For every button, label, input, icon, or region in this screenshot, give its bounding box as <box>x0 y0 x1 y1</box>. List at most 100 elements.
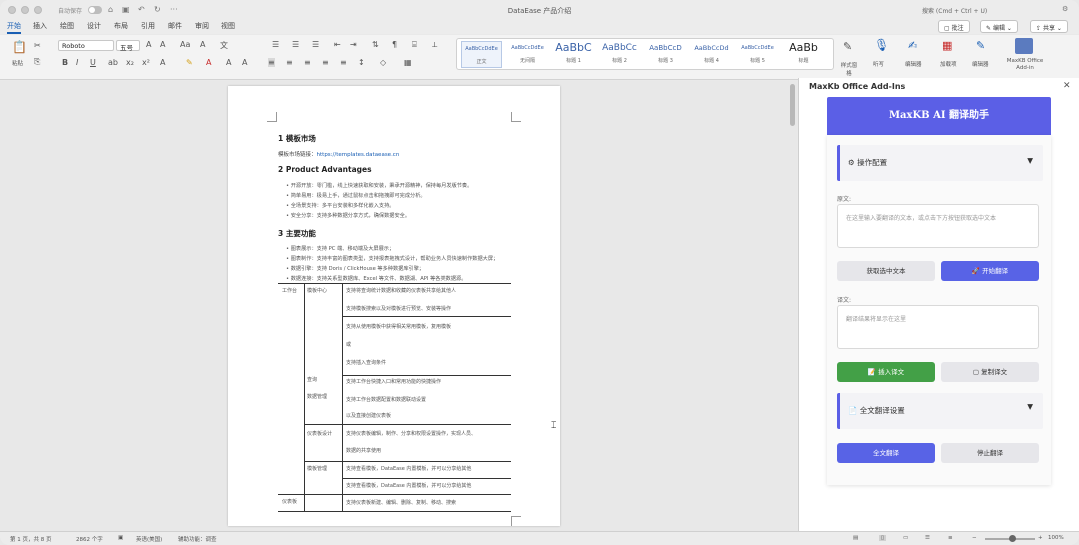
maxkb-icon[interactable] <box>1015 38 1033 54</box>
highlight-icon[interactable]: ✎ <box>186 58 193 67</box>
style-heading-3[interactable]: AaBbCcD 标题 3 <box>645 41 686 68</box>
table-vrule <box>304 283 305 511</box>
tab-layout[interactable]: 布局 <box>114 21 128 31</box>
justify-icon[interactable]: ≡ <box>322 58 329 67</box>
strikethrough-icon[interactable]: ab <box>108 58 118 67</box>
insert-translation-button[interactable]: 📝 插入译文 <box>837 362 935 382</box>
source-textarea[interactable]: 在这里输入要翻译的文本，或点击下方按钮获取选中文本 <box>837 204 1039 248</box>
copy-icon[interactable]: ⎘ <box>34 57 40 67</box>
print-layout-icon[interactable]: ▯ <box>879 535 887 541</box>
paste-icon[interactable]: 📋 <box>12 40 27 54</box>
microphone-icon[interactable]: 🎙 <box>874 38 889 52</box>
italic-icon[interactable]: I <box>76 58 78 67</box>
full-settings-text: 全文翻译设置 <box>859 406 905 415</box>
config-section[interactable]: ⚙ 操作配置 ▼ <box>837 145 1043 181</box>
borders-icon[interactable]: ▦ <box>404 58 412 67</box>
align-center-icon[interactable]: ≡ <box>286 58 293 67</box>
style-title[interactable]: AaBb 标题 <box>783 41 824 68</box>
tab-insert[interactable]: 插入 <box>33 21 47 31</box>
market-link[interactable]: https://templates.dataease.cn <box>317 152 400 158</box>
word-count[interactable]: 2862 个字 <box>76 535 103 543</box>
copy-translation-button[interactable]: ▢ 复制译文 <box>941 362 1039 382</box>
styles-pane-icon[interactable]: ✎ <box>843 40 852 53</box>
settings-icon[interactable]: ⚙ <box>1062 5 1068 13</box>
style-heading-4[interactable]: AaBbCcDd 标题 4 <box>691 41 732 68</box>
editor-icon[interactable]: ✍ <box>908 39 917 52</box>
align-right-icon[interactable]: ≡ <box>304 58 311 67</box>
sort-icon[interactable]: ⇅ <box>372 40 379 49</box>
addins-icon[interactable]: ▦ <box>942 39 952 52</box>
style-no-spacing[interactable]: AaBbCcDdEe 无间隔 <box>507 41 548 68</box>
stop-translate-button[interactable]: 停止翻译 <box>941 443 1039 463</box>
caret-down-icon[interactable]: ▼ <box>1027 402 1033 411</box>
chinese-layout-icon[interactable]: ⌸ <box>412 40 417 50</box>
shading-icon[interactable]: ◇ <box>380 58 386 67</box>
full-translate-button[interactable]: 全文翻译 <box>837 443 935 463</box>
tab-review[interactable]: 审阅 <box>195 21 209 31</box>
draft-icon[interactable]: ≡ <box>948 535 953 541</box>
focus-icon[interactable]: ▤ <box>853 535 858 541</box>
page-count[interactable]: 第 1 页，共 8 页 <box>10 535 52 543</box>
tab-references[interactable]: 引用 <box>141 21 155 31</box>
accessibility-status[interactable]: 辅助功能：调查 <box>178 535 217 543</box>
get-selection-button[interactable]: 获取选中文本 <box>837 261 935 281</box>
bullets-icon[interactable]: ☰ <box>272 40 279 49</box>
document-page[interactable]: 1 模板市场 模板市场链接：https://templates.dataease… <box>228 86 560 526</box>
close-icon[interactable]: ✕ <box>1063 81 1071 91</box>
font-color-icon[interactable]: A <box>206 58 211 67</box>
outline-icon[interactable]: ☰ <box>925 535 930 541</box>
tab-view[interactable]: 视图 <box>221 21 235 31</box>
tab-mailings[interactable]: 邮件 <box>168 21 182 31</box>
document-scrollbar[interactable] <box>790 84 795 126</box>
phonetic-icon[interactable]: 文 <box>220 40 228 51</box>
tab-home[interactable]: 开始 <box>7 21 21 34</box>
superscript-icon[interactable]: x² <box>142 58 150 67</box>
style-heading-1[interactable]: AaBbC 标题 1 <box>553 41 594 68</box>
multilevel-icon[interactable]: ☰ <box>312 40 319 49</box>
target-textarea[interactable]: 翻译结果将显示在这里 <box>837 305 1039 349</box>
tab-design[interactable]: 设计 <box>87 21 101 31</box>
start-translate-button[interactable]: 🚀 开始翻译 <box>941 261 1039 281</box>
distributed-icon[interactable]: ≡ <box>340 58 347 67</box>
clear-format-icon[interactable]: A <box>200 40 205 49</box>
style-heading-5[interactable]: AaBbCcDdEe 标题 5 <box>737 41 778 68</box>
zoom-slider[interactable] <box>985 535 1035 542</box>
text-effects-icon[interactable]: A <box>160 58 165 67</box>
numbering-icon[interactable]: ☰ <box>292 40 299 49</box>
bold-icon[interactable]: B <box>62 58 68 67</box>
edit-button[interactable]: ✎ 编辑 ⌄ <box>980 20 1018 33</box>
asian-layout-icon[interactable]: ⟂ <box>432 40 437 50</box>
zoom-out-icon[interactable]: − <box>972 535 977 541</box>
font-name-select[interactable]: Roboto <box>58 40 114 51</box>
line-spacing-icon[interactable]: ↕ <box>358 58 365 67</box>
grow-font-icon[interactable]: A <box>146 40 151 49</box>
zoom-level[interactable]: 100% <box>1048 535 1064 541</box>
proofing-icon[interactable]: ▣ <box>118 535 123 541</box>
tab-draw[interactable]: 绘图 <box>60 21 74 31</box>
cut-icon[interactable]: ✂ <box>34 41 41 50</box>
underline-icon[interactable]: U <box>90 58 96 67</box>
decrease-indent-icon[interactable]: ⇤ <box>334 40 341 49</box>
shrink-font-icon[interactable]: A <box>160 40 165 49</box>
search-field[interactable]: 搜索 (Cmd + Ctrl + U) <box>922 6 987 15</box>
case-icon[interactable]: Aa <box>180 40 190 49</box>
comment-button[interactable]: ▢ 批注 <box>938 20 970 33</box>
style-normal[interactable]: AaBbCcDdEe 正文 <box>461 41 502 68</box>
table-rule <box>278 511 511 512</box>
align-left-icon[interactable]: ≡ <box>268 58 275 67</box>
style-heading-2[interactable]: AaBbCc 标题 2 <box>599 41 640 68</box>
zoom-in-icon[interactable]: + <box>1038 535 1043 541</box>
increase-indent-icon[interactable]: ⇥ <box>350 40 357 49</box>
web-layout-icon[interactable]: ▭ <box>903 535 908 541</box>
char-border-icon[interactable]: A <box>242 58 247 67</box>
show-marks-icon[interactable]: ¶ <box>392 40 397 49</box>
styles-gallery[interactable]: AaBbCcDdEe 正文 AaBbCcDdEe 无间隔 AaBbC 标题 1 AaB… <box>456 38 834 70</box>
font-size-select[interactable]: 五号 <box>116 40 140 52</box>
full-settings-section[interactable]: 📄 全文翻译设置 ▼ <box>837 393 1043 429</box>
language[interactable]: 英语(美国) <box>136 535 162 543</box>
caret-down-icon[interactable]: ▼ <box>1027 156 1033 165</box>
editor2-icon[interactable]: ✎ <box>976 39 985 52</box>
share-button[interactable]: ⇪ 共享 ⌄ <box>1030 20 1068 33</box>
char-shading-icon[interactable]: A <box>226 58 231 67</box>
subscript-icon[interactable]: x₂ <box>126 58 134 67</box>
